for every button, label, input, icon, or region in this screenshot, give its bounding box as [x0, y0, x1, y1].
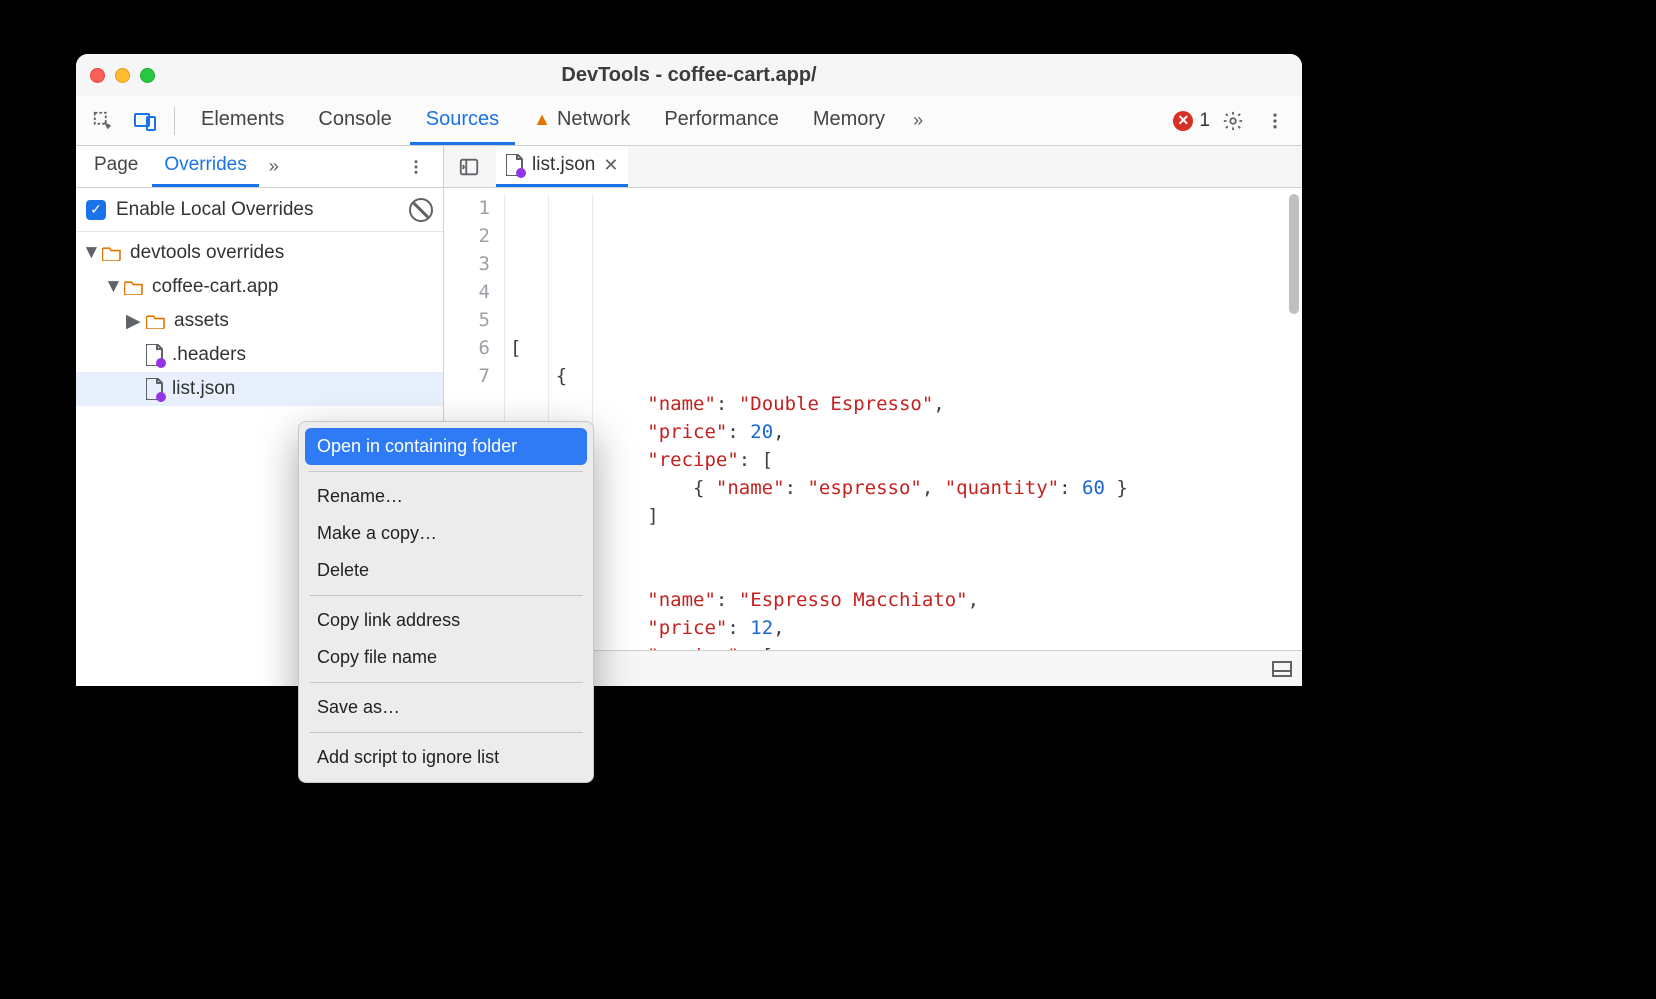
context-menu-item[interactable]: Rename…: [305, 478, 587, 515]
devtools-window: DevTools - coffee-cart.app/ Elements Cons…: [76, 54, 1302, 686]
window-title: DevTools - coffee-cart.app/: [76, 64, 1302, 87]
context-menu-item[interactable]: Make a copy…: [305, 515, 587, 552]
context-menu-separator: [309, 595, 583, 596]
code-line: "price": 20,: [510, 418, 1302, 446]
line-number: 6: [444, 334, 490, 362]
tree-folder-assets-label: assets: [174, 310, 229, 332]
file-icon: [146, 378, 164, 400]
override-dot-icon: [516, 168, 526, 178]
clear-overrides-icon[interactable]: [409, 198, 433, 222]
code-line: },: [510, 530, 1302, 558]
code-line: { "name": "espresso", "quantity": 60 }: [510, 474, 1302, 502]
sidebar-tab-page[interactable]: Page: [82, 146, 150, 187]
titlebar: DevTools - coffee-cart.app/: [76, 54, 1302, 96]
panel-tab-performance[interactable]: Performance: [648, 96, 795, 145]
panel-tab-label: Network: [557, 108, 630, 131]
disclosure-triangle-icon[interactable]: ▶: [126, 310, 138, 333]
context-menu[interactable]: Open in containing folder Rename…Make a c…: [298, 421, 594, 783]
code-line: ]: [510, 502, 1302, 530]
tree-file-headers[interactable]: .headers: [76, 338, 443, 372]
override-dot-icon: [156, 358, 166, 368]
code-line: [: [510, 334, 1302, 362]
sidebar-tab-overrides[interactable]: Overrides: [152, 146, 258, 187]
panel-tab-memory[interactable]: Memory: [797, 96, 901, 145]
panel-tab-label: Console: [318, 108, 391, 131]
tree-domain[interactable]: ▼ coffee-cart.app: [76, 270, 443, 304]
editor-tab-listjson[interactable]: list.json ✕: [496, 146, 628, 187]
context-menu-separator: [309, 471, 583, 472]
panel-tab-elements[interactable]: Elements: [185, 96, 300, 145]
folder-icon: [102, 245, 122, 261]
override-dot-icon: [156, 392, 166, 402]
code-line: "name": "Double Espresso",: [510, 390, 1302, 418]
context-menu-separator: [309, 732, 583, 733]
tree-file-listjson[interactable]: list.json: [76, 372, 443, 406]
editor-tabstrip: list.json ✕: [444, 146, 1302, 188]
more-panels-icon[interactable]: »: [905, 110, 931, 131]
error-count: 1: [1199, 110, 1210, 132]
toggle-navigator-icon[interactable]: [450, 148, 488, 186]
line-number: 1: [444, 194, 490, 222]
line-number: 2: [444, 222, 490, 250]
error-badge[interactable]: ✕ 1: [1173, 110, 1210, 132]
context-menu-item[interactable]: Open in containing folder: [305, 428, 587, 465]
file-icon: [146, 344, 164, 366]
editor-tab-label: list.json: [532, 154, 595, 176]
enable-overrides-checkbox[interactable]: ✓: [86, 200, 106, 220]
tree-domain-label: coffee-cart.app: [152, 276, 278, 298]
settings-gear-icon[interactable]: [1214, 102, 1252, 140]
panel-tab-label: Memory: [813, 108, 885, 131]
sidebar-more-tabs-icon[interactable]: »: [261, 156, 287, 177]
code-line: "recipe": [: [510, 642, 1302, 650]
context-menu-item[interactable]: Copy link address: [305, 602, 587, 639]
tree-file-headers-label: .headers: [172, 344, 246, 366]
disclosure-triangle-icon[interactable]: ▼: [82, 242, 94, 264]
toolbar-divider: [174, 107, 175, 135]
context-menu-item[interactable]: Add script to ignore list: [305, 739, 587, 776]
code-scrollbar[interactable]: [1289, 194, 1299, 314]
context-menu-item[interactable]: Delete: [305, 552, 587, 589]
panel-tabs: Elements Console Sources ▲ Network Performanc…: [185, 96, 901, 145]
panel-tab-console[interactable]: Console: [302, 96, 407, 145]
code-line: "recipe": [: [510, 446, 1302, 474]
panel-tab-label: Performance: [664, 108, 779, 131]
code-line: "name": "Espresso Macchiato",: [510, 586, 1302, 614]
enable-overrides-label: Enable Local Overrides: [116, 199, 314, 221]
device-toolbar-icon[interactable]: [126, 102, 164, 140]
panel-tab-label: Elements: [201, 108, 284, 131]
kebab-menu-icon[interactable]: [1256, 102, 1294, 140]
context-menu-item[interactable]: Save as…: [305, 689, 587, 726]
error-icon: ✕: [1173, 111, 1193, 131]
code-line: "price": 12,: [510, 614, 1302, 642]
devtools-body: Page Overrides » ✓ Enable Local Override…: [76, 146, 1302, 686]
code-line: {: [510, 558, 1302, 586]
sidebar-kebab-icon[interactable]: [407, 158, 437, 176]
warning-icon: ▲: [533, 109, 551, 130]
tree-root-label: devtools overrides: [130, 242, 284, 264]
panel-tab-sources[interactable]: Sources: [410, 96, 515, 145]
context-menu-separator: [309, 682, 583, 683]
line-number: 3: [444, 250, 490, 278]
tree-root[interactable]: ▼ devtools overrides: [76, 236, 443, 270]
enable-overrides-row: ✓ Enable Local Overrides: [76, 188, 443, 232]
folder-icon: [124, 279, 144, 295]
inspect-element-icon[interactable]: [84, 102, 122, 140]
panel-tab-network[interactable]: ▲ Network: [517, 96, 646, 145]
tree-file-listjson-label: list.json: [172, 378, 235, 400]
main-toolbar: Elements Console Sources ▲ Network Performanc…: [76, 96, 1302, 146]
line-number: 7: [444, 362, 490, 390]
folder-icon: [146, 313, 166, 329]
tree-folder-assets[interactable]: ▶ assets: [76, 304, 443, 338]
line-number: 4: [444, 278, 490, 306]
code-line: {: [510, 362, 1302, 390]
line-number: 5: [444, 306, 490, 334]
close-tab-icon[interactable]: ✕: [603, 155, 618, 176]
toggle-drawer-icon[interactable]: [1272, 661, 1292, 677]
panel-tab-label: Sources: [426, 108, 499, 131]
code-content[interactable]: [ { "name": "Double Espresso", "price": …: [500, 188, 1302, 650]
file-icon: [506, 154, 524, 176]
disclosure-triangle-icon[interactable]: ▼: [104, 276, 116, 298]
sidebar-tabs: Page Overrides »: [76, 146, 443, 188]
context-menu-item[interactable]: Copy file name: [305, 639, 587, 676]
